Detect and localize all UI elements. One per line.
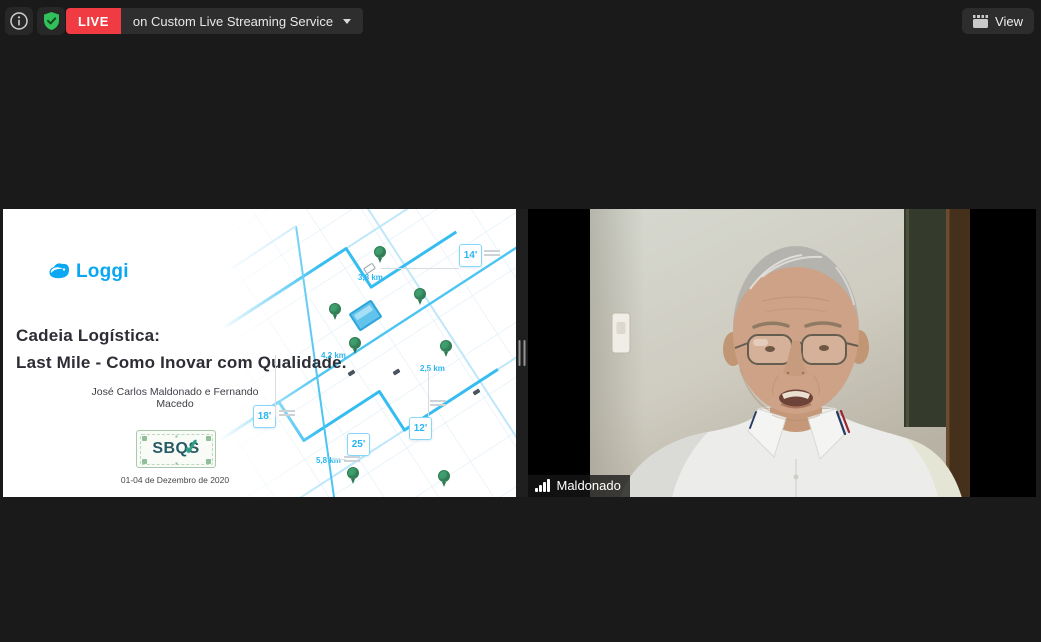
connection-secure-button[interactable] <box>37 7 65 35</box>
sbqs-event-logo: SBQS ✓ <box>136 430 216 468</box>
map-courier-icon <box>392 368 400 375</box>
slide-authors: José Carlos Maldonado e Fernando Macedo <box>73 386 277 410</box>
audio-level-icon <box>535 479 550 492</box>
resize-handle[interactable] <box>519 340 526 366</box>
info-icon <box>9 11 29 31</box>
live-destination-dropdown[interactable]: LIVE on Custom Live Streaming Service <box>66 8 363 34</box>
webcam-video-frame <box>590 209 970 497</box>
live-badge: LIVE <box>66 8 121 34</box>
view-button-label: View <box>995 14 1023 29</box>
map-coordinate-text <box>430 400 446 402</box>
map-pin-icon <box>438 470 450 482</box>
map-connector-line <box>428 369 429 417</box>
map-connector-line <box>381 268 459 269</box>
view-button[interactable]: View <box>962 8 1034 34</box>
caret-down-icon <box>343 19 351 24</box>
map-pin-icon <box>347 467 359 479</box>
sbqs-check-mark: ✓ <box>182 434 202 461</box>
slide-title-line2: Last Mile - Como Inovar com Qualidade. <box>16 353 347 373</box>
map-time-marker: 25' <box>347 433 370 456</box>
map-courier-icon <box>472 388 480 395</box>
map-distance-label: 4,2 km <box>321 351 346 360</box>
map-connector-line <box>275 355 276 417</box>
loggi-logo: Loggi <box>47 261 129 283</box>
shield-check-icon <box>42 11 61 31</box>
slide-event-date: 01-04 de Dezembro de 2020 <box>73 475 277 485</box>
webcam-video-panel[interactable]: Maldonado <box>528 209 1036 497</box>
streaming-studio-window: LIVE on Custom Live Streaming Service Vi… <box>0 0 1041 642</box>
map-pin-icon <box>329 303 341 315</box>
map-distance-label: 3,8 km <box>358 273 383 282</box>
slide-content: Loggi Cadeia Logística: Last Mile - Como… <box>3 209 516 497</box>
light-switch <box>612 313 630 353</box>
map-pin-icon <box>414 288 426 300</box>
destination-label: on Custom Live Streaming Service <box>133 14 333 29</box>
map-coordinate-text <box>484 250 500 252</box>
map-distance-label: 5,8 km <box>316 456 341 465</box>
map-building-icon <box>348 299 382 331</box>
map-coordinate-text <box>344 456 360 458</box>
door <box>904 209 946 427</box>
map-pin-icon <box>349 337 361 349</box>
panel-divider <box>516 209 528 497</box>
map-pin-icon <box>374 246 386 258</box>
layout-grid-icon <box>973 15 988 28</box>
presentation-slide-panel[interactable]: Loggi Cadeia Logística: Last Mile - Como… <box>3 209 516 497</box>
map-time-marker: 18' <box>253 405 276 428</box>
map-time-marker: 14' <box>459 244 482 267</box>
slide-title-line1: Cadeia Logística: <box>16 326 160 346</box>
door-frame <box>946 209 970 497</box>
info-button[interactable] <box>5 7 33 35</box>
participant-name: Maldonado <box>557 478 621 493</box>
loggi-wordmark: Loggi <box>76 261 129 283</box>
loggi-rabbit-icon <box>47 261 71 283</box>
map-pin-icon <box>440 340 452 352</box>
map-coordinate-text <box>279 410 295 412</box>
top-bar: LIVE on Custom Live Streaming Service Vi… <box>0 0 1041 42</box>
map-distance-label: 2,5 km <box>420 364 445 373</box>
map-time-marker: 12' <box>409 417 432 440</box>
map-courier-icon <box>347 369 355 376</box>
participant-name-tag: Maldonado <box>528 475 630 497</box>
